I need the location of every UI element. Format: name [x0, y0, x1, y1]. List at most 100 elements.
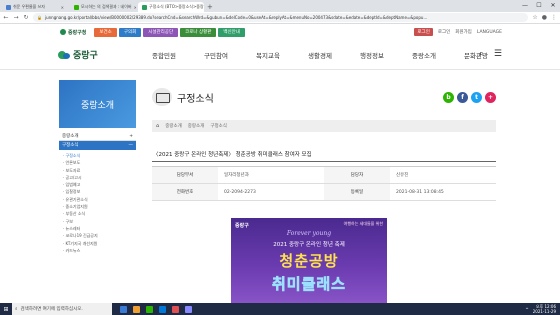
windows-start-icon[interactable]: ⊞ [0, 306, 12, 313]
book-icon [152, 88, 172, 106]
breadcrumb-item[interactable]: 중랑소개 [188, 123, 205, 129]
browser-tab[interactable]: 쉬운 우편물을 쓰자 ✕ [2, 2, 68, 12]
tab-title: 쉬운 우편물을 쓰자 [13, 4, 45, 9]
search-icon: ⌕ [15, 307, 18, 312]
sidebar-hero: 중랑소개 [59, 80, 136, 128]
sidebar-subitem[interactable]: 구정소식 [63, 152, 136, 159]
search-icon[interactable]: ⌕ [479, 49, 484, 59]
utility-right: 로그인 로그인 회원가입 LANGUAGE [414, 28, 502, 36]
sidebar-subitem[interactable]: 부동산 소식 [63, 210, 136, 217]
page-title: 구정소식 [177, 93, 214, 105]
site-utility-bar: 중랑구청 보건소 구의회 시설관리공단 코로나 상황판 백신안내 로그인 로그인… [0, 25, 560, 39]
tab-favicon-icon [74, 4, 79, 10]
quick-link-health-center[interactable]: 보건소 [94, 27, 117, 37]
sns-share: b f t + [443, 91, 496, 103]
mini-login-button[interactable]: 로그인 [414, 28, 433, 36]
jungnang-emblem-icon [58, 50, 70, 59]
meta-value: 일자리청년과 [224, 173, 249, 178]
taskbar-app-icon[interactable] [120, 305, 127, 313]
poster-tagline: 여행하는 세대들을 위한 [343, 221, 383, 226]
gnb-menu: 종합민원 구민참여 복지교육 생활경제 행정정보 중랑소개 문화관광 [138, 50, 502, 60]
gnb-item[interactable]: 행정정보 [346, 50, 398, 60]
tab-close-icon[interactable]: ✕ [61, 5, 64, 10]
hamburger-menu-icon[interactable]: ☰ [494, 49, 502, 59]
sidebar-item-about[interactable]: 중랑소개 + [59, 132, 136, 141]
sidebar-subitem[interactable]: 입찰정보 [63, 188, 136, 195]
taskbar-app-icon[interactable] [133, 305, 140, 313]
utility-logo[interactable]: 중랑구청 [60, 29, 86, 36]
sidebar-subitem[interactable]: 보도자료 [63, 167, 136, 174]
quick-link-covid[interactable]: 코로나 상황판 [180, 27, 217, 37]
taskbar-app-icon[interactable] [146, 305, 153, 313]
sidebar-subitem[interactable]: 유관기관소식 [63, 196, 136, 203]
sidebar-menu: 중랑소개 + 구정소식 — 구정소식 언론보도 보도자료 공고/고시 입법예고 … [59, 132, 136, 256]
clock[interactable]: 오후 12:06 2021-11-29 [533, 304, 556, 314]
home-icon[interactable]: ⌂ [156, 123, 159, 129]
sidebar-subitem[interactable]: KT기지국 개선지원 [63, 240, 136, 247]
join-link[interactable]: 회원가입 [455, 29, 472, 35]
sidebar-item-label: 중랑소개 [62, 134, 79, 139]
jungnang-logo-icon [60, 29, 66, 35]
quick-link-facility[interactable]: 시설관리공단 [143, 27, 179, 37]
taskbar-app-icon[interactable] [185, 305, 192, 313]
sidebar-item-news[interactable]: 구정소식 — [59, 141, 136, 150]
maximize-button[interactable]: ☐ [532, 0, 546, 12]
poster-logo: 중랑구 [235, 223, 249, 229]
sidebar-subitem[interactable]: 언론보도 [63, 159, 136, 166]
browser-tab-active[interactable]: 구정소식 (BTO>중랑소식>중랑 ✕ [138, 2, 204, 12]
url-field[interactable]: 🔒 junngnang.go.kr/portal/bbs/view/B00000… [33, 13, 529, 22]
blog-share-icon[interactable]: b [443, 91, 454, 103]
twitter-share-icon[interactable]: t [471, 91, 482, 103]
collapse-minus-icon: — [128, 142, 134, 148]
new-tab-button[interactable]: + [207, 2, 213, 12]
taskbar-app-icon[interactable] [172, 305, 179, 313]
taskbar: ⊞ ⌕ 검색하려면 여기에 입력하십시오. ^ 오후 12:06 2021-11… [0, 303, 560, 315]
lock-icon: 🔒 [37, 15, 42, 20]
sidebar-subitem[interactable]: 뉴스레터 [63, 225, 136, 232]
gnb-item[interactable]: 생활경제 [294, 50, 346, 60]
quick-link-vaccine[interactable]: 백신안내 [218, 27, 245, 37]
breadcrumb-item[interactable]: 중랑소개 [165, 123, 182, 129]
meta-key: 담당부서 [152, 167, 218, 183]
gnb-item[interactable]: 복지교육 [242, 50, 294, 60]
sidebar-subitem[interactable]: 중소기업지원 [63, 203, 136, 210]
close-window-button[interactable]: ✕ [546, 0, 560, 12]
tab-close-icon[interactable]: ✕ [134, 5, 136, 10]
gnb-item[interactable]: 중랑소개 [398, 50, 450, 60]
expand-plus-icon: + [129, 133, 133, 139]
star-icon[interactable]: ☆ [532, 14, 537, 21]
login-link[interactable]: 로그인 [438, 29, 450, 35]
language-select[interactable]: LANGUAGE [477, 30, 502, 35]
address-bar: ← → ↻ 🔒 junngnang.go.kr/portal/bbs/view/… [0, 12, 560, 24]
reload-icon[interactable]: ↻ [23, 14, 29, 21]
sidebar-subitem[interactable]: 구보 [63, 218, 136, 225]
profile-icon[interactable]: ● [542, 14, 547, 21]
gnb-item[interactable]: 구민참여 [190, 50, 242, 60]
sidebar-subitem[interactable]: 입법예고 [63, 181, 136, 188]
sidebar-submenu: 구정소식 언론보도 보도자료 공고/고시 입법예고 입찰정보 유관기관소식 중소… [59, 150, 136, 256]
menu-dots-icon[interactable]: ⋮ [551, 14, 557, 21]
breadcrumb-item[interactable]: 구정소식 [210, 123, 227, 129]
taskbar-apps [120, 305, 192, 313]
gnb-item[interactable]: 종합민원 [138, 50, 190, 60]
url-text: junngnang.go.kr/portal/bbs/view/B0000002… [44, 15, 428, 20]
poster-headline: 청춘공방 [279, 252, 339, 270]
more-share-icon[interactable]: + [485, 91, 496, 103]
meta-key: 전화번호 [152, 184, 218, 200]
site-logo-text: 중랑구 [73, 51, 98, 61]
back-arrow-icon[interactable]: ← [3, 14, 9, 21]
sidebar-subitem[interactable]: 코로나19 긴급공지 [63, 232, 136, 239]
chevron-up-icon[interactable]: ^ [525, 307, 528, 312]
facebook-share-icon[interactable]: f [457, 91, 468, 103]
tab-favicon-icon [6, 4, 11, 10]
forward-arrow-icon[interactable]: → [13, 14, 19, 21]
taskbar-app-icon[interactable] [159, 305, 166, 313]
window-controls: — ☐ ✕ [518, 0, 560, 12]
sidebar-subitem[interactable]: 카드뉴스 [63, 247, 136, 254]
quick-link-council[interactable]: 구의회 [118, 27, 142, 37]
taskbar-search[interactable]: ⌕ 검색하려면 여기에 입력하십시오. [12, 303, 112, 315]
sidebar-subitem[interactable]: 공고/고시 [63, 174, 136, 181]
minimize-button[interactable]: — [518, 0, 532, 12]
browser-tab[interactable]: 모시하는 의 검색결과 : 네이버 ✕ [70, 2, 136, 12]
site-logo[interactable]: 중랑구 [58, 48, 138, 61]
